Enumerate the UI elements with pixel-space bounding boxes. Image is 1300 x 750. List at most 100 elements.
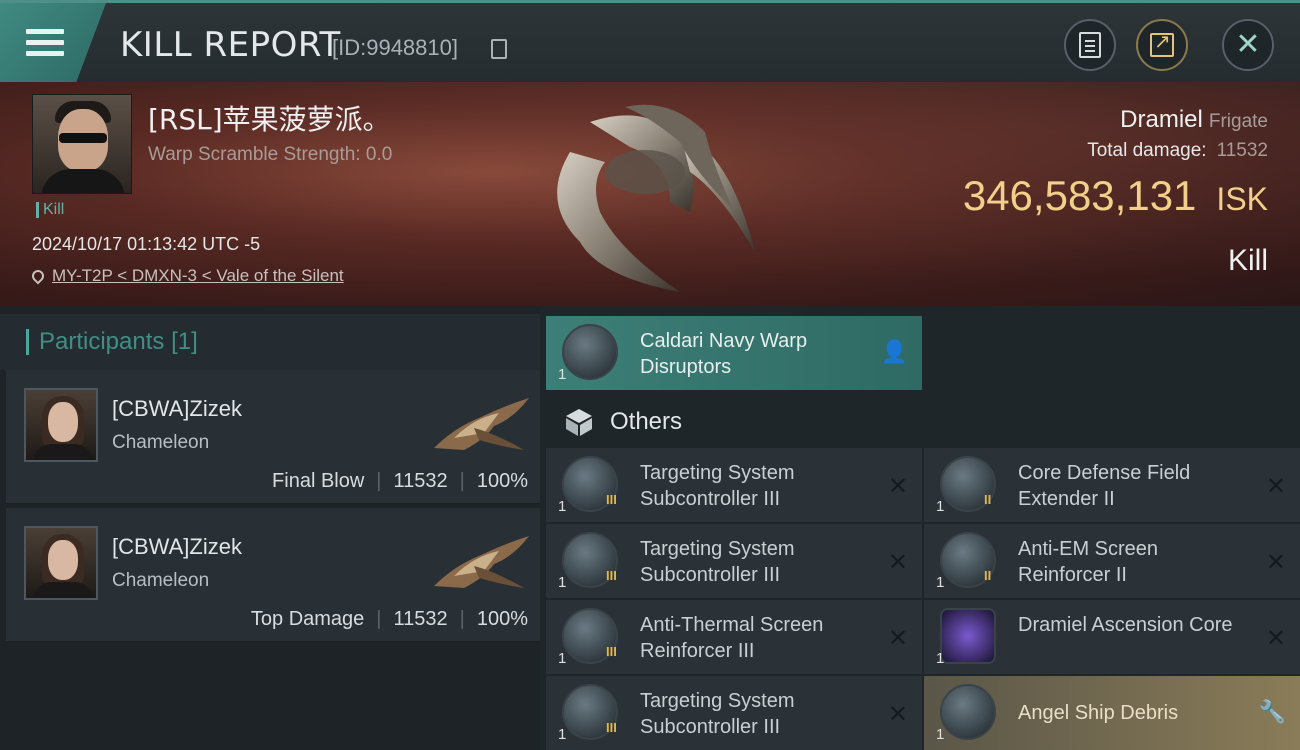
participants-title: Participants [1] bbox=[39, 328, 198, 355]
location-pin-icon bbox=[29, 267, 47, 285]
close-x-icon[interactable]: ✕ bbox=[888, 472, 908, 500]
item-row[interactable]: 1 III Targeting System Subcontroller III… bbox=[546, 676, 922, 750]
others-title: Others bbox=[610, 408, 683, 435]
total-damage-label: Total damage: bbox=[1087, 140, 1207, 161]
menu-button[interactable] bbox=[0, 3, 106, 82]
item-qty: 1 bbox=[936, 498, 945, 515]
clipboard-icon bbox=[1079, 32, 1101, 58]
victim-name[interactable]: [RSL]苹果菠萝派。 bbox=[148, 98, 391, 138]
item-qty: 1 bbox=[558, 650, 567, 667]
participant-stats: Top Damage | 11532 | 100% bbox=[250, 608, 528, 630]
item-label: Targeting System Subcontroller III bbox=[640, 538, 795, 586]
participant-role: Final Blow bbox=[272, 470, 365, 492]
participant-ship: Chameleon bbox=[112, 570, 210, 591]
participant-name: [CBWA]Zizek bbox=[112, 396, 242, 421]
items-panel: 1 Caldari Navy Warp Disruptors 👤 Others … bbox=[540, 306, 1300, 750]
total-damage-value: 11532 bbox=[1216, 140, 1268, 161]
others-header: Others bbox=[546, 396, 920, 448]
item-label: Dramiel Ascension Core bbox=[1018, 614, 1233, 636]
item-qty: 1 bbox=[558, 574, 567, 591]
participant-damage: 11532 bbox=[393, 470, 448, 492]
item-qty: 1 bbox=[558, 726, 567, 743]
location-text[interactable]: MY-T2P < DMXN-3 < Vale of the Silent bbox=[52, 266, 344, 286]
kill-location[interactable]: MY-T2P < DMXN-3 < Vale of the Silent bbox=[29, 266, 344, 286]
item-tier: III bbox=[606, 644, 617, 659]
clipboard-button[interactable] bbox=[1064, 19, 1116, 71]
item-row[interactable]: 1 Dramiel Ascension Core ✕ bbox=[924, 600, 1300, 674]
share-button[interactable] bbox=[1136, 19, 1188, 71]
participant-ship-image[interactable] bbox=[424, 388, 534, 460]
item-label: Caldari Navy Warp Disruptors bbox=[640, 330, 808, 378]
menu-icon bbox=[26, 23, 64, 62]
close-icon: ✕ bbox=[1235, 27, 1261, 62]
report-id: [ID:9948810] bbox=[332, 35, 458, 60]
participant-damage: 11532 bbox=[393, 608, 448, 630]
close-x-icon[interactable]: ✕ bbox=[1266, 624, 1286, 652]
page-title: KILL REPORT bbox=[120, 25, 341, 65]
person-icon[interactable]: 👤 bbox=[881, 340, 908, 365]
warp-strength: Warp Scramble Strength: 0.0 bbox=[148, 144, 393, 165]
participant-percent: 100% bbox=[476, 470, 528, 492]
victim-ship-name: Dramiel Frigate bbox=[1120, 106, 1268, 134]
item-row[interactable]: 1 III Anti-Thermal Screen Reinforcer III… bbox=[546, 600, 922, 674]
item-tier: II bbox=[984, 492, 992, 507]
isk-unit: ISK bbox=[1216, 181, 1268, 217]
item-row[interactable]: 1 Angel Ship Debris 🔧 bbox=[924, 676, 1300, 750]
participant-stats: Final Blow | 11532 | 100% bbox=[272, 470, 528, 492]
item-qty: 1 bbox=[558, 498, 567, 515]
participant-percent: 100% bbox=[476, 608, 528, 630]
participant-card[interactable]: [CBWA]Zizek Chameleon Top Damage | 11532 |… bbox=[6, 508, 540, 642]
item-tier: II bbox=[984, 568, 992, 583]
item-qty: 1 bbox=[936, 650, 945, 667]
total-damage: Total damage: 11532 bbox=[1087, 140, 1268, 162]
item-tier: III bbox=[606, 720, 617, 735]
isk-amount: 346,583,131 bbox=[962, 172, 1197, 219]
item-highlighted[interactable]: 1 Caldari Navy Warp Disruptors 👤 bbox=[546, 316, 922, 390]
close-x-icon[interactable]: ✕ bbox=[888, 624, 908, 652]
close-x-icon[interactable]: ✕ bbox=[888, 548, 908, 576]
item-row[interactable]: 1 III Targeting System Subcontroller III… bbox=[546, 524, 922, 598]
victim-portrait[interactable] bbox=[32, 94, 132, 194]
header-bar: KILL REPORT [ID:9948810] ✕ bbox=[0, 0, 1300, 82]
item-tier: III bbox=[606, 492, 617, 507]
ship-name: Dramiel bbox=[1120, 106, 1203, 133]
ship-class: Frigate bbox=[1208, 111, 1268, 132]
cube-icon bbox=[566, 409, 592, 436]
isk-value: 346,583,131 ISK bbox=[963, 172, 1268, 220]
wrench-icon[interactable]: 🔧 bbox=[1259, 700, 1286, 725]
item-label: Angel Ship Debris bbox=[1018, 702, 1179, 724]
item-label: Targeting System Subcontroller III bbox=[640, 690, 795, 738]
item-qty: 1 bbox=[936, 574, 945, 591]
ascension-core-icon bbox=[940, 608, 996, 664]
result-label: Kill bbox=[1227, 244, 1268, 277]
item-row[interactable]: 1 III Targeting System Subcontroller III… bbox=[546, 448, 922, 522]
participant-portrait[interactable] bbox=[24, 526, 98, 600]
item-qty: 1 bbox=[936, 726, 945, 743]
participant-ship: Chameleon bbox=[112, 432, 210, 453]
participant-role: Top Damage bbox=[250, 608, 365, 630]
participant-name: [CBWA]Zizek bbox=[112, 534, 242, 559]
item-qty: 1 bbox=[558, 366, 567, 383]
item-row[interactable]: 1 II Core Defense Field Extender II ✕ bbox=[924, 448, 1300, 522]
participant-portrait[interactable] bbox=[24, 388, 98, 462]
copy-icon[interactable] bbox=[491, 39, 507, 59]
kill-datetime: 2024/10/17 01:13:42 UTC -5 bbox=[32, 234, 261, 254]
item-tier: III bbox=[606, 568, 617, 583]
participants-header: Participants [1] bbox=[0, 314, 540, 370]
close-x-icon[interactable]: ✕ bbox=[1266, 472, 1286, 500]
close-x-icon[interactable]: ✕ bbox=[888, 700, 908, 728]
participant-ship-image[interactable] bbox=[424, 526, 534, 598]
item-label: Core Defense Field Extender II bbox=[1018, 462, 1191, 510]
item-row[interactable]: 1 II Anti-EM Screen Reinforcer II ✕ bbox=[924, 524, 1300, 598]
share-icon bbox=[1150, 29, 1174, 57]
close-button[interactable]: ✕ bbox=[1222, 19, 1274, 71]
warp-disruptor-icon bbox=[562, 324, 618, 380]
item-label: Targeting System Subcontroller III bbox=[640, 462, 795, 510]
victim-ship-image[interactable] bbox=[530, 92, 780, 292]
participant-card[interactable]: [CBWA]Zizek Chameleon Final Blow | 11532 |… bbox=[6, 370, 540, 504]
item-label: Anti-Thermal Screen Reinforcer III bbox=[640, 614, 824, 662]
ship-debris-icon bbox=[940, 684, 996, 740]
kill-tag: Kill bbox=[36, 202, 64, 218]
close-x-icon[interactable]: ✕ bbox=[1266, 548, 1286, 576]
kill-banner: [RSL]苹果菠萝派。 Warp Scramble Strength: 0.0 … bbox=[0, 82, 1300, 306]
